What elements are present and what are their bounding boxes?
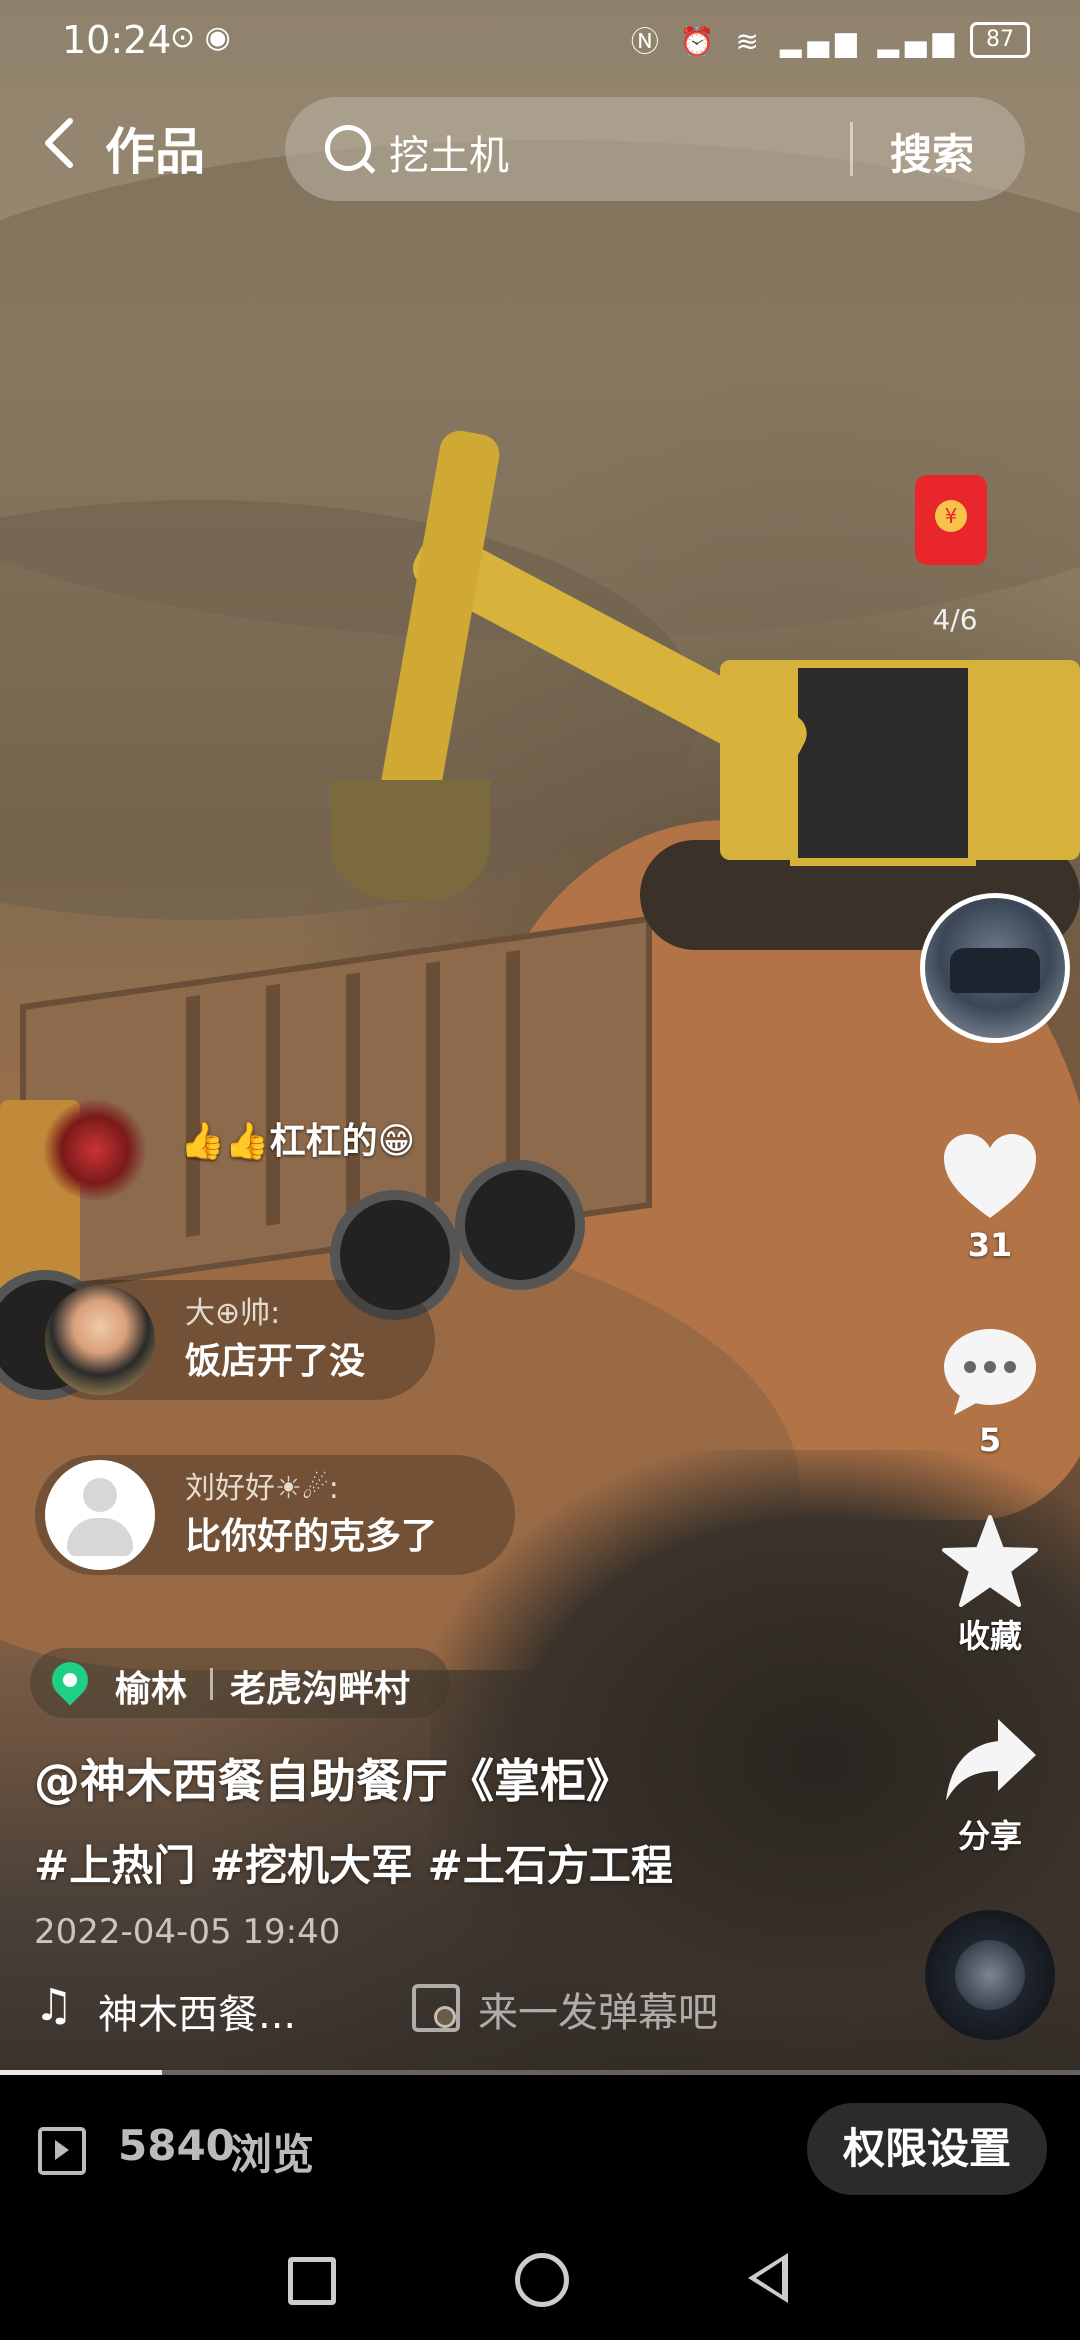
- system-nav-bar: [0, 2215, 1080, 2340]
- bottom-stats-bar: 5840 浏览 权限设置: [0, 2075, 1080, 2215]
- danmu-icon: [412, 1984, 460, 2032]
- search-icon: [325, 125, 371, 171]
- comment-bubble-icon: [940, 1325, 1040, 1417]
- music-disc[interactable]: [925, 1910, 1055, 2040]
- bullet-comment-text: 👍👍杠杠的😁: [180, 1121, 416, 1162]
- car-icon: [950, 948, 1040, 993]
- recent-apps-icon[interactable]: [288, 2257, 336, 2305]
- excavator-bucket: [330, 780, 490, 900]
- play-views-icon: [38, 2127, 86, 2175]
- heart-icon: [940, 1130, 1040, 1222]
- location-pin-icon: [44, 1654, 96, 1706]
- red-packet-button[interactable]: ¥: [890, 455, 1010, 585]
- music-title[interactable]: 神木西餐...: [98, 1982, 296, 2040]
- location-divider: [210, 1668, 213, 1700]
- share-label: 分享: [957, 1817, 1022, 1855]
- favorite-label: 收藏: [957, 1617, 1022, 1655]
- author-name[interactable]: @神木西餐自助餐厅《掌柜》: [34, 1745, 632, 1811]
- page-title: 作品: [105, 123, 205, 181]
- views-count: 5840: [118, 2121, 235, 2170]
- commenter-name: 大⊕帅:: [185, 1296, 281, 1331]
- author-avatar[interactable]: [920, 893, 1070, 1043]
- comment-button[interactable]: 5: [930, 1325, 1050, 1459]
- location-tag[interactable]: 榆林 老虎沟畔村: [30, 1648, 450, 1718]
- post-date: 2022-04-05 19:40: [34, 1912, 341, 1952]
- music-cover: [955, 1940, 1025, 2010]
- permission-settings-button[interactable]: 权限设置: [807, 2103, 1047, 2195]
- floating-comment[interactable]: 刘好好☀☄: 比你好的克多了: [35, 1455, 515, 1575]
- commenter-name: 刘好好☀☄:: [185, 1471, 339, 1506]
- search-input[interactable]: 挖土机: [389, 123, 509, 181]
- default-avatar-icon[interactable]: [45, 1460, 155, 1570]
- hashtags[interactable]: #上热门 #挖机大军 #土石方工程: [34, 1832, 673, 1893]
- comment-count: 5: [978, 1421, 1002, 1459]
- views-label: 浏览: [230, 2130, 315, 2179]
- car-mode-icon: ⊙ ◉: [170, 20, 231, 55]
- comment-message: 比你好的克多了: [185, 1516, 438, 1557]
- share-button[interactable]: 分享: [930, 1715, 1050, 1857]
- share-arrow-icon: [940, 1715, 1040, 1807]
- lantern-decoration: [40, 1100, 150, 1200]
- battery-icon: 87: [970, 22, 1030, 58]
- comment-message: 饭店开了没: [185, 1341, 366, 1382]
- yuan-icon: ¥: [935, 500, 967, 532]
- back-button[interactable]: [40, 115, 80, 175]
- signal-icons: Ⓝ ⏰ ≋ ▂▄▆ ▂▄▆: [630, 25, 960, 58]
- danmu-placeholder: 来一发弹幕吧: [478, 1990, 718, 2036]
- like-count: 31: [967, 1226, 1013, 1264]
- search-divider: [850, 122, 853, 176]
- home-icon[interactable]: [515, 2253, 569, 2307]
- search-button[interactable]: 搜索: [890, 121, 974, 182]
- floating-comment[interactable]: 大⊕帅: 饭店开了没: [35, 1280, 435, 1400]
- location-city: 榆林: [115, 1669, 188, 1710]
- truck-wheel: [455, 1160, 585, 1290]
- music-note-icon: ♫: [34, 1980, 74, 2031]
- excavator-cab: [790, 660, 976, 866]
- search-bar[interactable]: 挖土机 搜索: [285, 97, 1025, 201]
- favorite-button[interactable]: 收藏: [930, 1515, 1050, 1657]
- commenter-avatar[interactable]: [45, 1285, 155, 1395]
- status-bar: 10:24 ⊙ ◉ Ⓝ ⏰ ≋ ▂▄▆ ▂▄▆ 87: [0, 0, 1080, 80]
- back-triangle-icon[interactable]: [748, 2253, 788, 2303]
- clock: 10:24: [62, 18, 172, 62]
- red-packet-progress: 4/6: [932, 603, 978, 636]
- chevron-left-icon: [45, 118, 73, 168]
- like-button[interactable]: 31: [930, 1130, 1050, 1264]
- star-icon: [940, 1515, 1040, 1607]
- location-place: 老虎沟畔村: [230, 1669, 411, 1710]
